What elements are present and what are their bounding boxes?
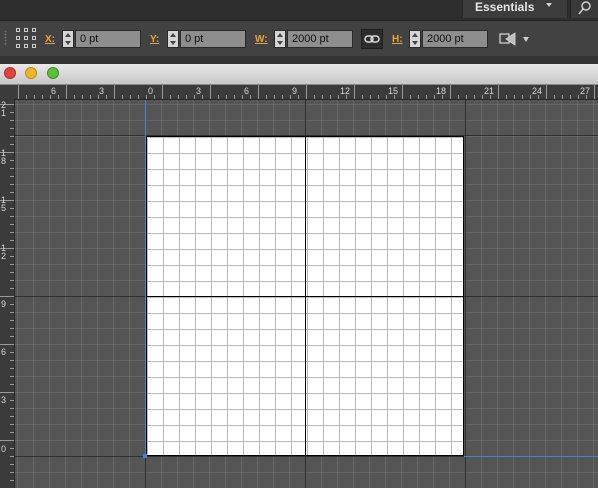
w-label: W:	[255, 34, 268, 45]
transform-options-icon[interactable]	[498, 30, 518, 48]
document-title-bar	[0, 64, 598, 85]
ruler-v-tick: 2 1	[1, 100, 7, 118]
ruler-h-tick: 18	[436, 86, 447, 96]
ruler-origin-corner[interactable]	[0, 85, 15, 100]
transform-menu-chevron-icon[interactable]	[523, 37, 529, 42]
x-stepper[interactable]	[62, 30, 74, 48]
close-window-button[interactable]	[4, 67, 16, 79]
chevron-down-icon[interactable]	[546, 3, 552, 7]
reference-point-grid-icon[interactable]	[16, 28, 36, 48]
w-field[interactable]: 2000 pt	[287, 30, 353, 48]
ruler-v-tick: 3	[1, 395, 7, 405]
panel-grip-handle[interactable]	[4, 30, 7, 46]
constrain-proportions-button[interactable]	[361, 29, 383, 49]
y-label: Y:	[150, 34, 160, 45]
x-field[interactable]: 0 pt	[75, 30, 141, 48]
transform-glyph	[499, 32, 516, 46]
h-field[interactable]: 2000 pt	[422, 30, 488, 48]
minimize-window-button[interactable]	[25, 67, 37, 79]
link-chain-icon	[364, 35, 380, 43]
ruler-v-tick: 6	[1, 347, 7, 357]
ruler-h-tick: 15	[388, 86, 399, 96]
artboard-origin-handle[interactable]	[143, 454, 147, 458]
ruler-h-tick: 0	[148, 86, 154, 96]
major-grid-line	[465, 100, 466, 488]
ruler-v-tick: 1 2	[1, 243, 7, 261]
ruler-h-tick: 12	[340, 86, 351, 96]
horizontal-ruler[interactable]: 6 3 0 3 6 9 12 15 18 21 24 27	[14, 85, 598, 100]
ruler-h-tick: 21	[484, 86, 495, 96]
h-stepper[interactable]	[409, 30, 421, 48]
ruler-v-tick: 1 8	[1, 148, 7, 166]
x-label: X:	[45, 34, 55, 45]
ruler-h-tick: 3	[196, 86, 202, 96]
zoom-window-button[interactable]	[47, 67, 59, 79]
ruler-h-tick: 24	[532, 86, 543, 96]
ruler-h-tick: 3	[99, 86, 105, 96]
ruler-h-tick: 6	[244, 86, 250, 96]
artboard-major-grid-line	[146, 296, 464, 297]
w-stepper[interactable]	[274, 30, 286, 48]
ruler-h-tick: 6	[51, 86, 57, 96]
y-stepper[interactable]	[167, 30, 179, 48]
search-field[interactable]	[570, 0, 598, 18]
vertical-guide[interactable]	[145, 100, 146, 456]
ruler-h-tick: 27	[580, 86, 591, 96]
ruler-v-tick: 9	[1, 299, 7, 309]
ruler-v-tick: 1 5	[1, 195, 7, 213]
vertical-ruler[interactable]: 2 1 1 8 1 5 1 2 9 6 3 0	[0, 99, 15, 488]
h-label: H:	[392, 34, 403, 45]
document-tab-strip	[0, 56, 598, 64]
y-field[interactable]: 0 pt	[180, 30, 246, 48]
ruler-v-tick: 0	[1, 444, 7, 454]
horizontal-guide[interactable]	[464, 456, 598, 457]
workspace-label: Essentials	[475, 0, 535, 14]
ruler-h-tick: 9	[292, 86, 298, 96]
search-icon	[578, 1, 591, 15]
